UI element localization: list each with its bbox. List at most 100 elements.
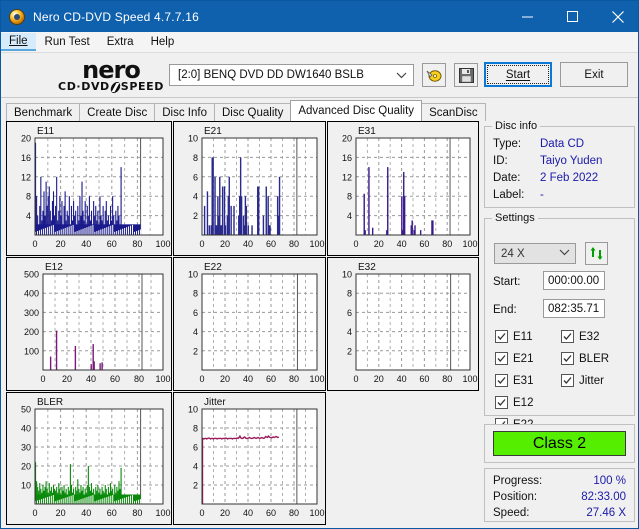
checkbox-jitter[interactable]: Jitter: [561, 374, 604, 387]
svg-text:10: 10: [188, 270, 198, 280]
disc-date-label: Date:: [493, 172, 521, 184]
svg-text:10: 10: [188, 134, 198, 144]
disc-id-value: Taiyo Yuden: [540, 155, 603, 167]
svg-text:2: 2: [347, 346, 352, 356]
svg-text:4: 4: [193, 462, 198, 472]
checkbox-jitter-label: Jitter: [579, 374, 604, 387]
svg-text:0: 0: [199, 508, 204, 518]
svg-text:60: 60: [419, 239, 429, 249]
checkbox-e32[interactable]: E32: [561, 330, 599, 343]
checkmark-icon: [561, 330, 574, 343]
menu-label-extra: Extra: [106, 36, 134, 48]
nero-logo-subtitle: CD·DVD SPEED: [58, 81, 164, 93]
end-position-input[interactable]: 082:35.71: [543, 299, 605, 318]
checkbox-e21-label: E21: [513, 352, 534, 365]
start-button-label: Start: [505, 68, 531, 81]
tab-create-disc[interactable]: Create Disc: [79, 103, 156, 121]
checkbox-e12[interactable]: E12: [495, 396, 533, 409]
menu-item-run-test[interactable]: Run Test: [37, 34, 98, 50]
start-position-label: Start:: [493, 276, 521, 288]
side-panel: Disc info Type: Data CD ID: Taiyo Yuden …: [484, 120, 635, 525]
charts-grid: 4 8 12 16 20 0 20 40 60 80 100 E11 2 4 6 8 10 0 20 40 60 80 1…: [6, 121, 479, 525]
svg-text:20: 20: [21, 462, 31, 472]
svg-text:40: 40: [243, 374, 253, 384]
menu-item-file[interactable]: File: [1, 33, 36, 51]
tab-disc-info-label: Disc Info: [162, 106, 207, 119]
tab-advanced-disc-quality-label: Advanced Disc Quality: [298, 105, 415, 117]
svg-text:16: 16: [342, 153, 352, 163]
svg-text:40: 40: [397, 239, 407, 249]
chart-panel-e32: 2 4 6 8 10 0 20 40 60 80 100 E32: [327, 257, 479, 391]
refresh-icon[interactable]: [585, 242, 608, 265]
menu-item-extra[interactable]: Extra: [99, 34, 142, 50]
chart-panel-jitter: 2 4 6 8 10 0 20 40 60 80 100 Jitter: [173, 392, 326, 525]
svg-text:500: 500: [24, 270, 39, 280]
tab-disc-quality[interactable]: Disc Quality: [214, 103, 292, 121]
svg-text:40: 40: [243, 508, 253, 518]
svg-text:100: 100: [155, 374, 170, 384]
close-icon[interactable]: [595, 1, 638, 32]
tab-benchmark[interactable]: Benchmark: [6, 103, 81, 121]
disc-label-label: Label:: [493, 189, 525, 201]
tab-disc-quality-label: Disc Quality: [222, 106, 284, 119]
svg-text:20: 20: [220, 239, 230, 249]
checkbox-e11[interactable]: E11: [495, 330, 533, 343]
speed-select[interactable]: 24 X: [494, 243, 576, 264]
title-bar: Nero CD-DVD Speed 4.7.7.16: [1, 1, 638, 32]
checkbox-e31[interactable]: E31: [495, 374, 533, 387]
menu-item-help[interactable]: Help: [143, 34, 183, 50]
chart-panel-e31: 4 8 12 16 20 0 20 40 60 80 100 E31: [327, 121, 479, 256]
chart-title: BLER: [37, 397, 63, 408]
chart-title: E32: [358, 262, 376, 273]
nero-logo-slash-icon: [109, 81, 122, 93]
checkmark-icon: [495, 374, 508, 387]
svg-text:80: 80: [442, 239, 452, 249]
drive-select[interactable]: [2:0] BENQ DVD DD DW1640 BSLB: [169, 64, 414, 86]
maximize-icon[interactable]: [550, 1, 595, 32]
svg-text:40: 40: [243, 239, 253, 249]
svg-text:0: 0: [199, 374, 204, 384]
checkbox-e21[interactable]: E21: [495, 352, 533, 365]
chart-svg-e21: 2468100 20 40 60 80 100E21: [174, 122, 325, 255]
minimize-icon[interactable]: [505, 1, 550, 32]
floppy-save-icon[interactable]: [454, 63, 478, 87]
svg-text:60: 60: [266, 374, 276, 384]
svg-text:40: 40: [81, 508, 91, 518]
svg-text:100: 100: [462, 239, 477, 249]
svg-text:80: 80: [289, 374, 299, 384]
svg-text:8: 8: [347, 289, 352, 299]
tab-scandisc[interactable]: ScanDisc: [421, 103, 486, 121]
svg-text:20: 20: [374, 374, 384, 384]
svg-text:60: 60: [266, 239, 276, 249]
start-position-input[interactable]: 000:00.00: [543, 271, 605, 290]
svg-text:12: 12: [21, 172, 31, 182]
svg-text:20: 20: [220, 508, 230, 518]
disc-eject-icon[interactable]: [422, 63, 446, 87]
svg-text:20: 20: [21, 134, 31, 144]
position-value: 82:33.00: [581, 491, 626, 503]
nero-disc-icon: [9, 8, 25, 25]
svg-text:60: 60: [266, 508, 276, 518]
tab-advanced-disc-quality[interactable]: Advanced Disc Quality: [290, 100, 423, 121]
checkbox-e32-label: E32: [579, 330, 600, 343]
nero-logo-sub-right: SPEED: [120, 80, 164, 93]
disc-label-value: -: [540, 189, 544, 201]
nero-logo-sub-left: CD·DVD: [58, 80, 110, 93]
checkbox-bler[interactable]: BLER: [561, 352, 609, 365]
chart-panel-bler: 10 20 30 40 50 0 20 40 60 80 100 BLER: [6, 392, 172, 525]
svg-text:0: 0: [353, 239, 358, 249]
disc-info-legend: Disc info: [492, 120, 541, 132]
svg-text:100: 100: [24, 346, 39, 356]
chart-title: Jitter: [204, 397, 226, 408]
start-button[interactable]: Start: [484, 62, 552, 87]
svg-text:2: 2: [193, 346, 198, 356]
speed-select-value: 24 X: [501, 247, 525, 260]
tab-disc-info[interactable]: Disc Info: [154, 103, 215, 121]
svg-text:20: 20: [374, 239, 384, 249]
svg-text:16: 16: [21, 153, 31, 163]
svg-text:80: 80: [289, 239, 299, 249]
exit-button[interactable]: Exit: [560, 62, 628, 87]
chart-svg-e32: 2468100 20 40 60 80 100E32: [328, 258, 478, 390]
svg-text:50: 50: [21, 405, 31, 415]
chart-panel-e12: 100 200 300 400 500 0 20 40 60 80 100 E12: [6, 257, 172, 391]
